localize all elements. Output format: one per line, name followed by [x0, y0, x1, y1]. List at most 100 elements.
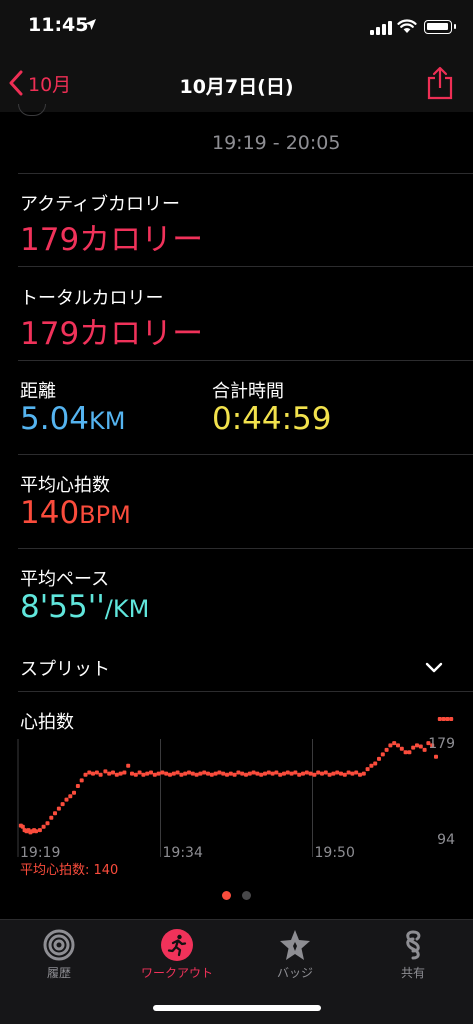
heart-rate-point — [270, 771, 275, 776]
heart-rate-point — [274, 770, 279, 775]
total-time-label: 合計時間 — [212, 381, 284, 402]
tab-history[interactable]: 履歴 — [0, 920, 118, 990]
heart-rate-point — [297, 772, 302, 777]
heart-rate-point — [411, 745, 416, 750]
heart-rate-point — [206, 771, 210, 776]
splits-row[interactable]: スプリット — [0, 640, 473, 690]
heart-rate-point — [87, 770, 92, 775]
divider — [18, 454, 473, 455]
y-tick-label-min: 94 — [437, 832, 455, 848]
avg-heart-rate-note: 平均心拍数: 140 — [20, 863, 118, 878]
home-indicator — [153, 1005, 321, 1011]
history-rings-icon — [43, 929, 75, 961]
heart-rate-point — [122, 770, 127, 775]
heart-rate-point — [247, 771, 252, 776]
heart-rate-point — [380, 752, 385, 757]
heart-rate-point — [225, 772, 229, 777]
heart-rate-point — [45, 821, 50, 826]
heart-rate-point — [407, 750, 412, 755]
avg-heart-rate-number: 140 — [20, 495, 80, 531]
total-calories-value: 179カロリー — [20, 316, 204, 352]
x-tick-label: 19:34 — [163, 845, 203, 861]
heart-rate-point — [209, 772, 214, 777]
heart-rate-point — [98, 772, 103, 777]
distance-label: 距離 — [20, 381, 56, 402]
tab-awards[interactable]: バッジ — [236, 920, 354, 990]
location-arrow-icon — [85, 19, 96, 30]
workout-type-icon — [18, 104, 46, 116]
heart-rate-point — [156, 771, 161, 776]
heart-rate-point — [331, 771, 336, 776]
heart-rate-point — [312, 772, 317, 777]
running-figure-icon — [161, 929, 193, 961]
heart-rate-point — [320, 771, 324, 776]
heart-rate-point — [72, 790, 76, 795]
heart-rate-point — [422, 747, 427, 752]
distance-number: 5.04 — [20, 401, 90, 437]
heart-rate-point — [251, 770, 256, 775]
heart-rate-point — [342, 772, 347, 777]
heart-rate-point — [41, 824, 46, 829]
heart-rate-point — [118, 771, 123, 776]
tab-sharing[interactable]: 共有 — [354, 920, 472, 990]
heart-rate-point — [171, 771, 176, 776]
tab-workouts[interactable]: ワークアウト — [118, 920, 236, 990]
heart-rate-point — [285, 770, 290, 775]
total-time-value: 0:44:59 — [212, 401, 332, 437]
heart-rate-point — [346, 770, 351, 775]
heart-rate-point — [384, 747, 389, 752]
heart-rate-point — [194, 772, 199, 777]
avg-heart-rate-label: 平均心拍数 — [20, 475, 110, 496]
wifi-icon — [397, 19, 417, 33]
heart-rate-point — [160, 770, 165, 775]
page-indicator — [0, 891, 473, 901]
heart-rate-point — [396, 743, 400, 748]
heart-rate-point — [137, 770, 142, 775]
heart-rate-point — [350, 771, 355, 776]
heart-rate-point — [293, 770, 298, 775]
active-calories-value: 179カロリー — [20, 222, 204, 258]
avg-heart-rate-value: 140BPM — [20, 495, 131, 531]
heart-rate-point — [149, 770, 153, 775]
heart-rate-point — [114, 772, 119, 777]
heart-rate-point — [187, 770, 191, 775]
page-dot[interactable] — [242, 891, 251, 900]
page-dot-active[interactable] — [222, 891, 231, 900]
heart-rate-point — [335, 770, 340, 775]
heart-rate-point — [75, 784, 80, 788]
heart-rate-point — [130, 771, 134, 776]
status-bar: 11:45 — [0, 0, 473, 56]
heart-rate-point — [361, 771, 366, 776]
heart-rate-point — [213, 771, 218, 776]
divider — [18, 691, 473, 692]
divider — [18, 548, 473, 549]
heart-rate-point — [175, 770, 180, 775]
heart-rate-point — [445, 717, 450, 721]
heart-rate-point — [60, 802, 65, 807]
heart-rate-point — [164, 771, 169, 776]
heart-rate-point — [418, 744, 423, 749]
heart-rate-point — [221, 771, 226, 776]
avg-pace-unit: /KM — [104, 595, 150, 623]
heart-rate-point — [369, 763, 374, 768]
heart-rate-point — [289, 771, 294, 776]
tab-awards-label: バッジ — [276, 966, 313, 980]
heart-rate-point — [304, 770, 309, 775]
share-icon[interactable] — [425, 66, 455, 100]
heart-rate-point — [133, 772, 138, 777]
heart-rate-point — [183, 771, 188, 776]
heart-rate-point — [53, 811, 57, 816]
heart-rate-point — [354, 770, 359, 775]
heart-rate-point — [259, 772, 264, 777]
avg-pace-label: 平均ペース — [20, 569, 110, 590]
navigation-bar: 10月 10月7日(日) — [0, 56, 473, 112]
heart-rate-point — [126, 763, 131, 768]
heart-rate-point — [437, 717, 442, 721]
heart-rate-point — [266, 770, 271, 775]
heart-rate-point — [198, 771, 203, 776]
award-badge-icon — [280, 930, 310, 960]
heart-rate-point — [94, 770, 99, 775]
heart-rate-point — [179, 772, 184, 777]
heart-rate-point — [232, 772, 237, 777]
heart-rate-point — [301, 771, 305, 776]
